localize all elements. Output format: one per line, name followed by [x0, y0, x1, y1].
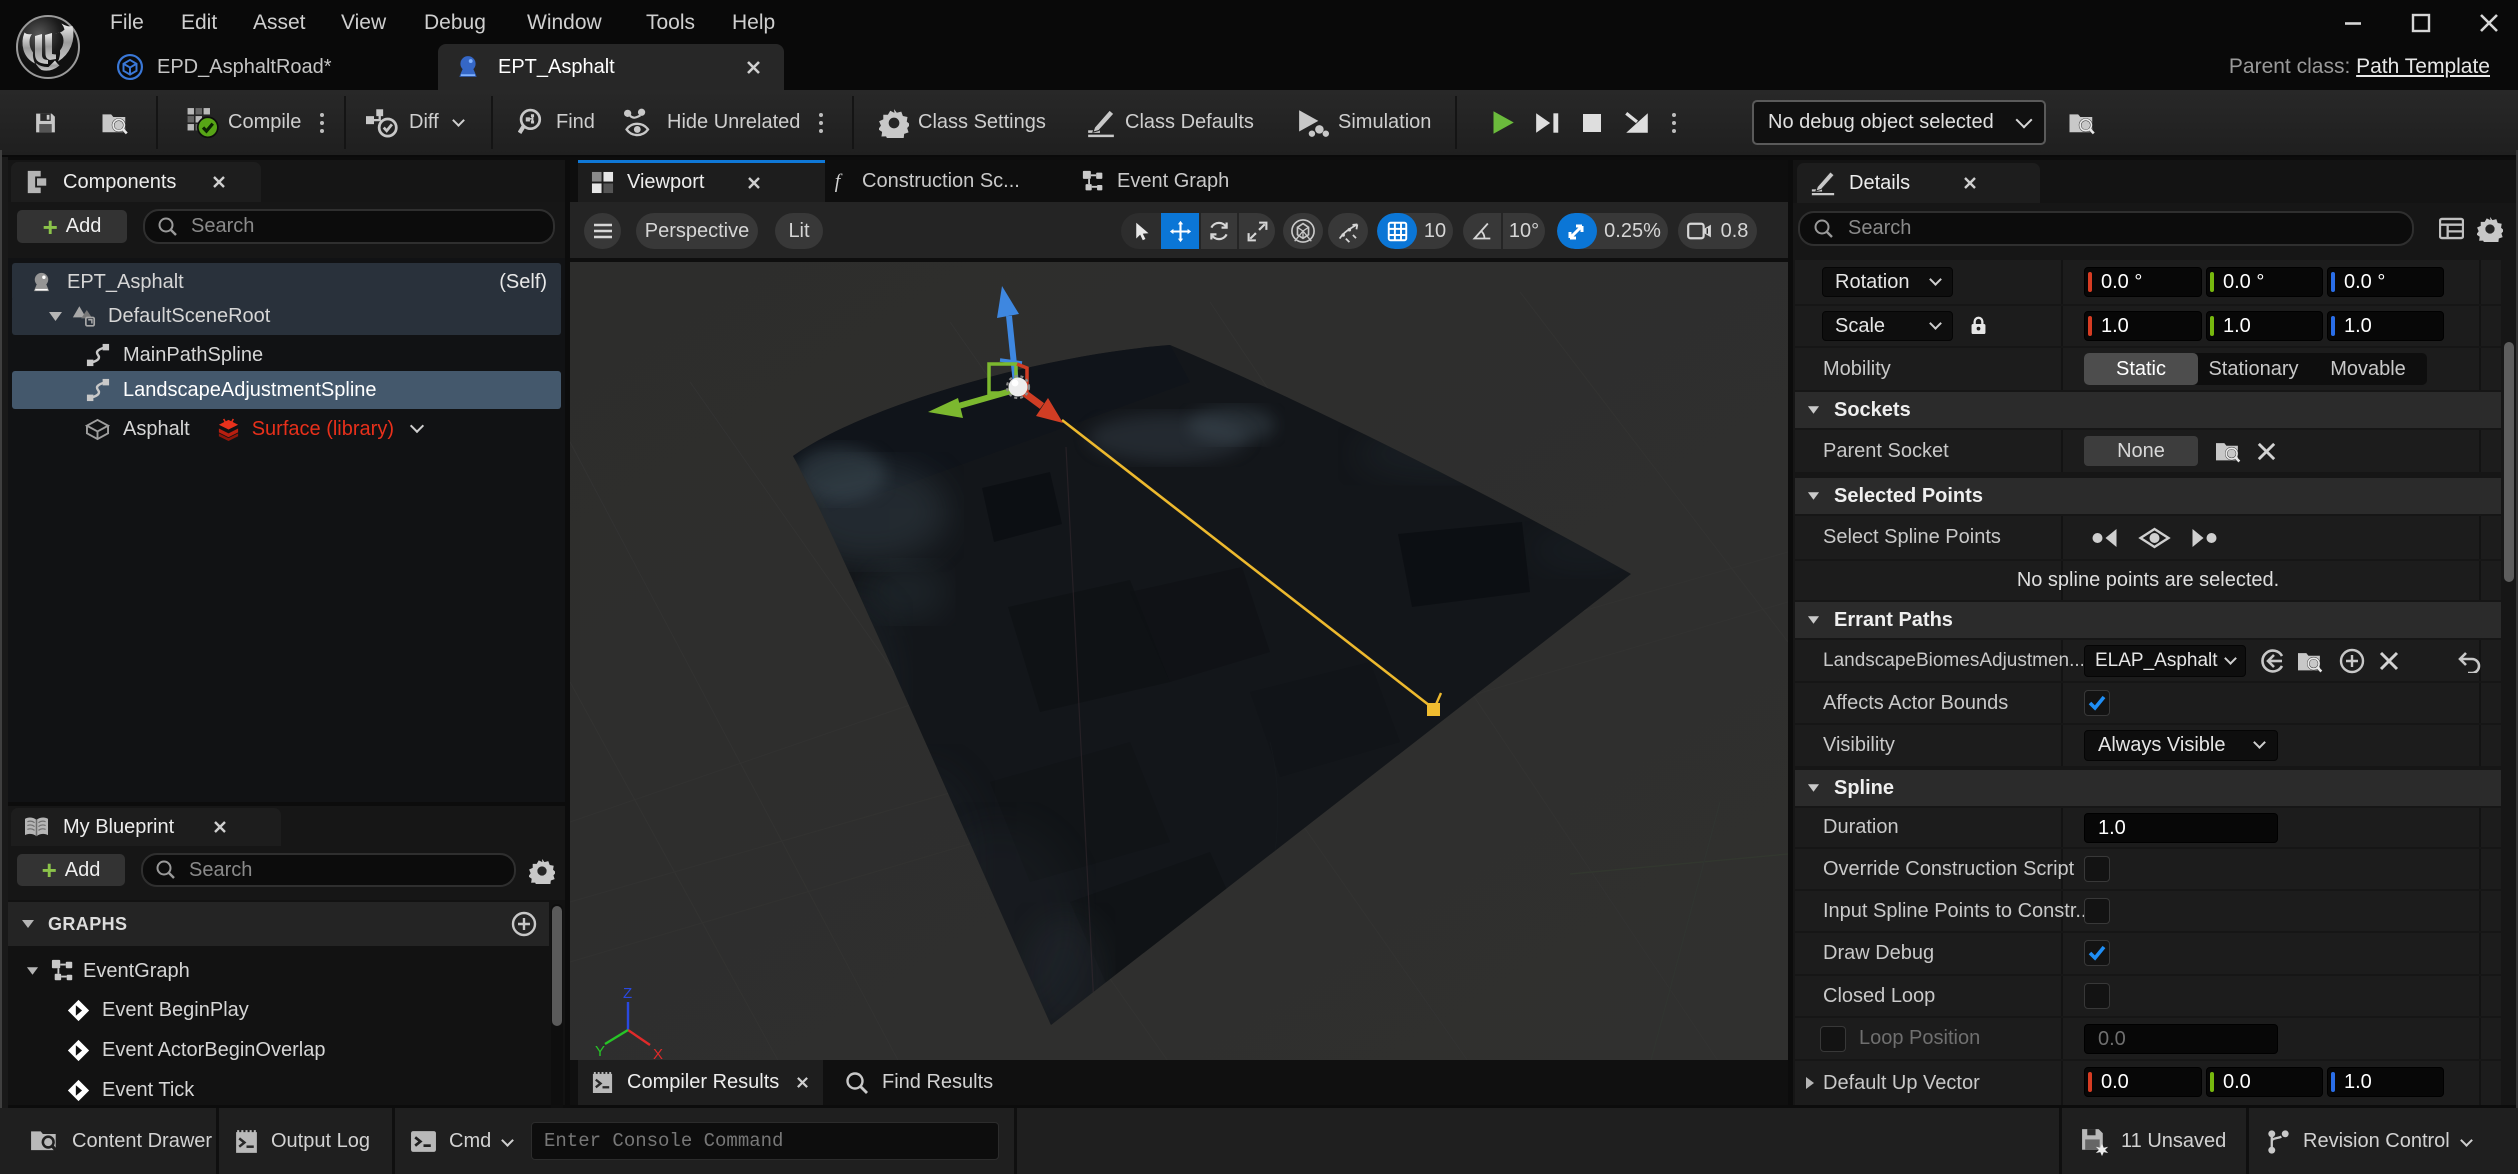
svg-text:Y: Y: [595, 1043, 605, 1060]
svg-text:Z: Z: [623, 985, 632, 1002]
